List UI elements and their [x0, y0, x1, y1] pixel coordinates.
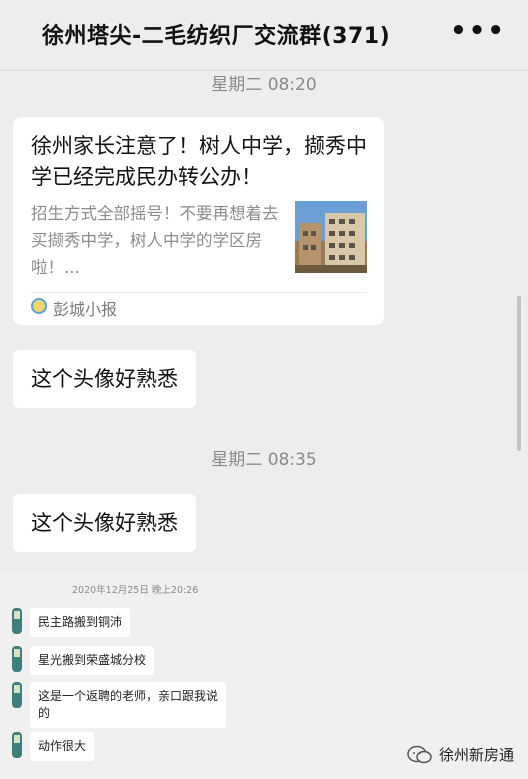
embedded-message: 星光搬到荣盛城分校 — [30, 646, 155, 675]
card-divider — [31, 292, 366, 293]
watermark-label: 徐州新房通 — [438, 746, 514, 764]
message-bubble[interactable]: 这个头像好熟悉 — [13, 350, 196, 408]
more-dots-icon[interactable]: ••• — [450, 16, 506, 46]
chat-header: 徐州塔尖-二毛纺织厂交流群(371) ••• — [0, 0, 528, 71]
source-logo-icon — [31, 298, 47, 314]
avatar — [10, 644, 24, 674]
wechat-icon — [407, 745, 433, 765]
embedded-message: 这是一个返聘的老师，亲口跟我说的 — [30, 682, 226, 728]
article-title: 徐州家长注意了！树人中学，撷秀中学已经完成民办转公办！ — [31, 134, 367, 189]
scrollbar[interactable] — [517, 296, 521, 451]
avatar — [10, 680, 24, 710]
article-card[interactable]: 徐州家长注意了！树人中学，撷秀中学已经完成民办转公办！ 招生方式全部摇号！不要再… — [13, 117, 384, 325]
watermark: 徐州新房通 — [407, 744, 514, 765]
timestamp-2: 星期二 08:35 — [211, 450, 317, 470]
avatar — [10, 606, 24, 636]
embedded-message: 民主路搬到铜沛 — [30, 608, 131, 637]
article-source: 彭城小报 — [53, 300, 118, 319]
embedded-timestamp: 2020年12月25日 晚上20:26 — [72, 585, 199, 596]
article-thumbnail — [295, 201, 367, 273]
article-description: 招生方式全部摇号！不要再想着去买撷秀中学，树人中学的学区房啦！... — [31, 204, 279, 277]
message-bubble[interactable]: 这个头像好熟悉 — [13, 494, 196, 552]
timestamp-1: 星期二 08:20 — [211, 75, 317, 95]
embedded-message: 动作很大 — [30, 732, 95, 761]
avatar — [10, 730, 24, 760]
chat-title: 徐州塔尖-二毛纺织厂交流群(371) — [42, 24, 391, 49]
